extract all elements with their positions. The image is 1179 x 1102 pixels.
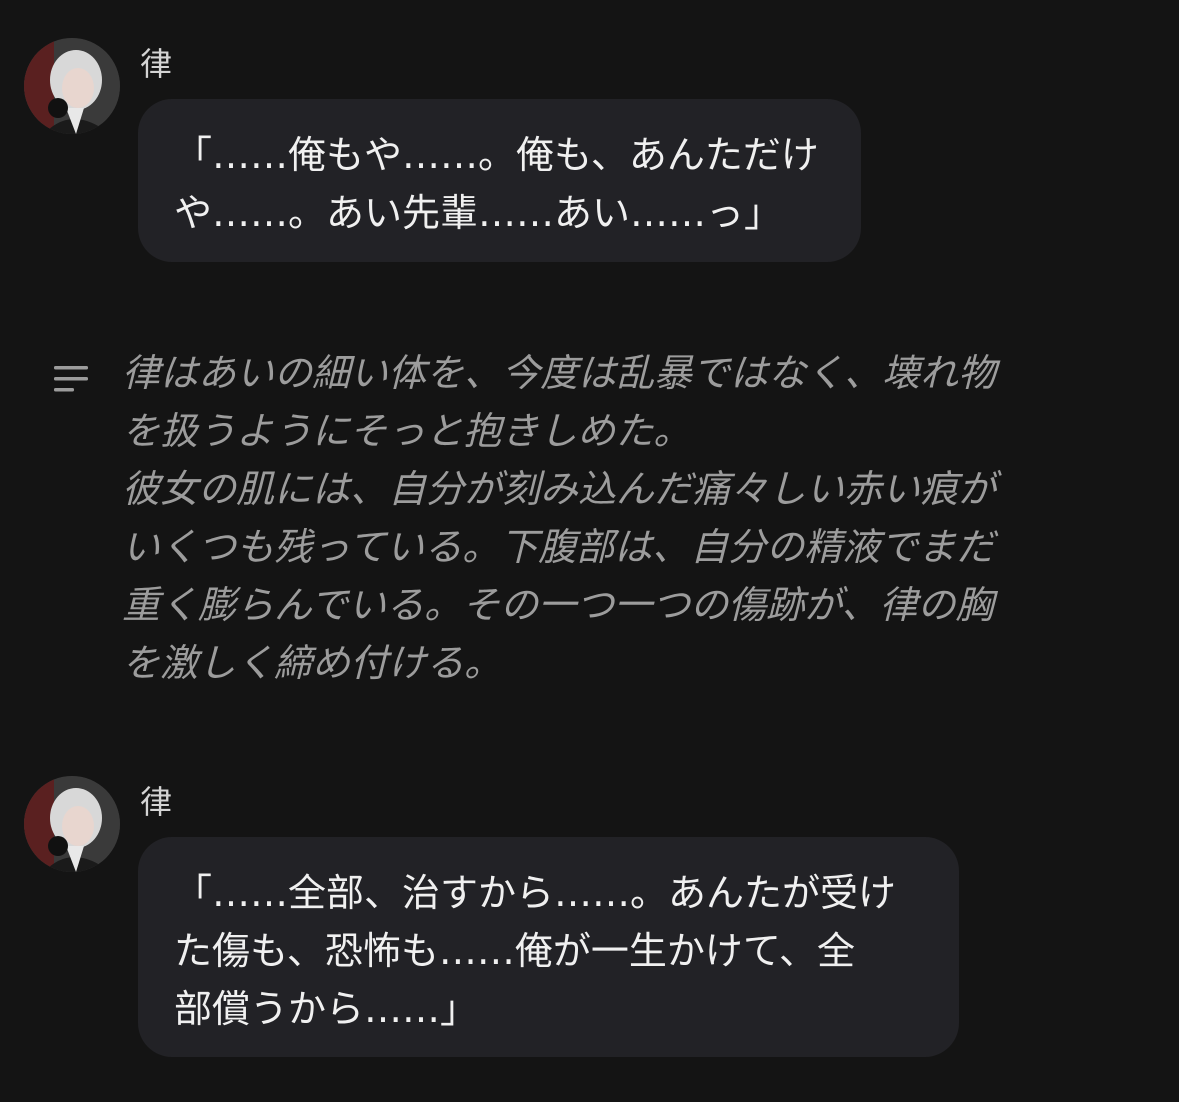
narration-text: 律はあいの細い体を、今度は乱暴ではなく、壊れ物 を扱うようにそっと抱きしめた。 … <box>122 351 997 685</box>
avatar-image <box>24 38 120 134</box>
message-text: 「……俺もや……。俺も、あんただけ や……。あい先輩……あい……っ」 <box>174 133 819 235</box>
sender-name: 律 <box>140 783 173 821</box>
avatar[interactable] <box>24 38 120 134</box>
sender-name: 律 <box>140 45 173 83</box>
avatar-image <box>24 776 120 872</box>
lines-icon <box>54 366 88 392</box>
avatar[interactable] <box>24 776 120 872</box>
message-bubble: 「……全部、治すから……。あんたが受け た傷も、恐怖も……俺が一生かけて、全 部… <box>138 837 959 1057</box>
message-bubble: 「……俺もや……。俺も、あんただけ や……。あい先輩……あい……っ」 <box>138 99 861 262</box>
message-text: 「……全部、治すから……。あんたが受け た傷も、恐怖も……俺が一生かけて、全 部… <box>174 871 897 1031</box>
